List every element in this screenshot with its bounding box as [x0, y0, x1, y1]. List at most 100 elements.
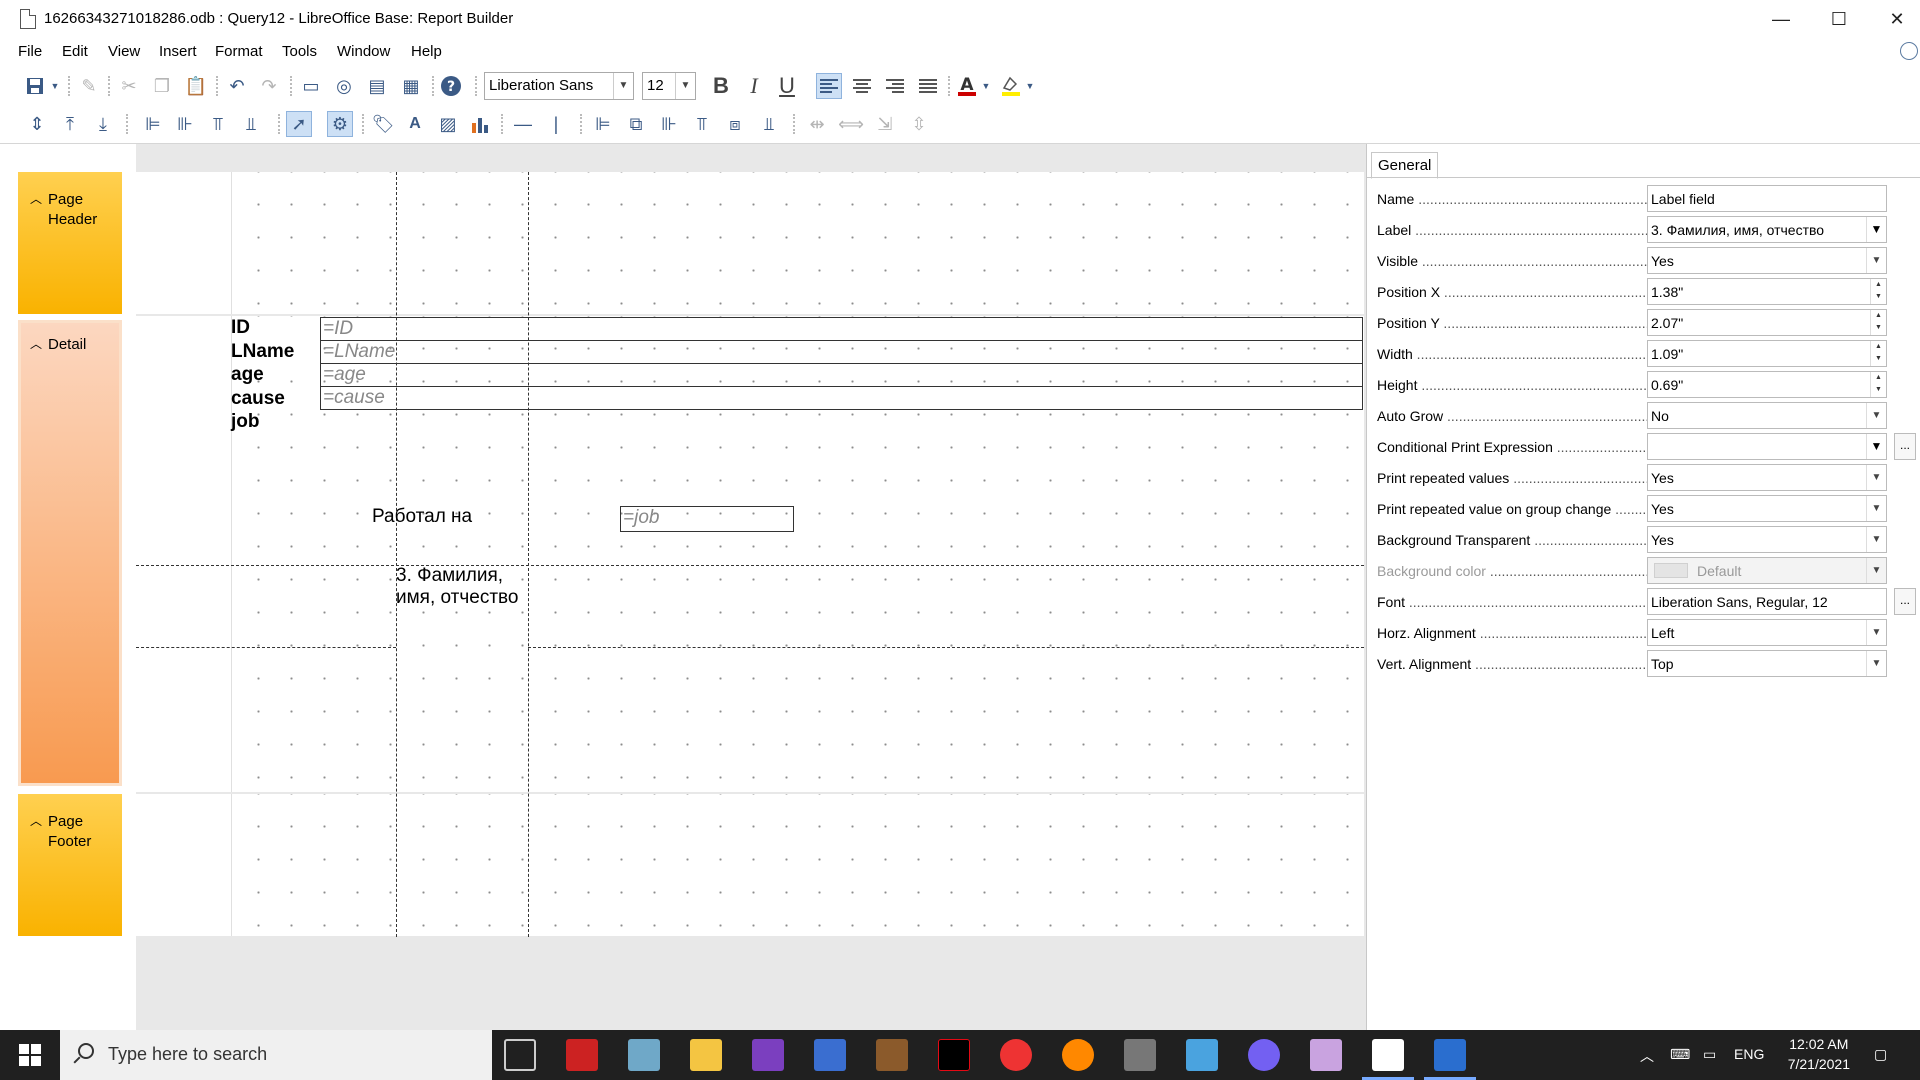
align-left-to-section-icon[interactable]: ⊫ [590, 111, 616, 137]
task-view-icon[interactable] [504, 1039, 536, 1071]
globe-icon[interactable] [1900, 42, 1918, 60]
field-lname[interactable]: =LName [320, 340, 1363, 364]
property-value-visible[interactable]: Yes ▼ [1647, 247, 1887, 274]
tray-chevron-up-icon[interactable]: ︿ [1640, 1046, 1654, 1066]
horizontal-line-icon[interactable]: — [510, 111, 536, 137]
libreoffice-base-icon[interactable] [1310, 1039, 1342, 1071]
spin-buttons-icon[interactable]: ▲ ▼ [1870, 341, 1886, 366]
vertical-line-icon[interactable]: | [543, 111, 569, 137]
property-value-background-transparent[interactable]: Yes ▼ [1647, 526, 1887, 553]
label-job[interactable]: job [231, 411, 260, 433]
help-icon[interactable]: ? [438, 73, 464, 99]
selected-label-field[interactable]: 3. Фамилия, имя, отчество [396, 565, 519, 609]
italic-button[interactable]: I [741, 73, 767, 99]
chevron-down-icon[interactable]: ▼ [1866, 496, 1886, 521]
collapse-chevron-icon[interactable]: ︿ [30, 812, 42, 829]
align-center-icon[interactable] [849, 73, 875, 99]
align-top-edges-icon[interactable]: ⫪ [205, 111, 231, 137]
battery-icon[interactable]: ▭ [1703, 1046, 1716, 1063]
chart-icon[interactable] [467, 111, 493, 137]
menu-format[interactable]: Format [215, 43, 263, 60]
collapse-chevron-icon[interactable]: ︿ [30, 335, 42, 352]
font-color-dropdown-icon[interactable]: ▼ [980, 73, 992, 99]
property-value-conditional-print-expression[interactable]: ▼ [1647, 433, 1887, 460]
align-right-icon[interactable] [882, 73, 908, 99]
label-lname[interactable]: LName [231, 341, 294, 363]
page-header-bar[interactable]: ︿ Page Header [18, 172, 122, 314]
greatest-width-icon[interactable]: ⟺ [838, 111, 864, 137]
align-right-edges-icon[interactable]: ⊪ [172, 111, 198, 137]
system-clock[interactable]: 12:02 AM 7/21/2021 [1788, 1034, 1850, 1074]
property-value-label[interactable]: 3. Фамилия, имя, отчество ▼ [1647, 216, 1887, 243]
property-value-vert-alignment[interactable]: Top ▼ [1647, 650, 1887, 677]
highlight-dropdown-icon[interactable]: ▼ [1024, 73, 1036, 99]
ellipsis-button[interactable]: ... [1894, 433, 1916, 460]
smallest-width-icon[interactable]: ⇹ [804, 111, 830, 137]
keyboard-icon[interactable]: ⌨ [1670, 1046, 1690, 1063]
save-icon[interactable] [22, 73, 48, 99]
page-properties-icon[interactable]: ▭ [298, 73, 324, 99]
shrink-bottom-icon[interactable]: ⤓ [90, 111, 116, 137]
menu-window[interactable]: Window [337, 43, 390, 60]
center-horizontal-icon[interactable]: ⧉ [623, 111, 649, 137]
report-design-canvas[interactable]: ID LName age cause job =ID =LName =age =… [136, 144, 1366, 1030]
minimize-button[interactable]: — [1758, 4, 1804, 34]
menu-insert[interactable]: Insert [159, 43, 197, 60]
save-dropdown-icon[interactable]: ▼ [48, 73, 62, 99]
cut-icon[interactable]: ✂ [116, 73, 142, 99]
align-left-icon[interactable] [816, 73, 842, 99]
align-right-to-section-icon[interactable]: ⊪ [656, 111, 682, 137]
center-vertical-icon[interactable]: ⧈ [722, 111, 748, 137]
menu-edit[interactable]: Edit [62, 43, 88, 60]
select-pointer-icon[interactable]: ➚ [286, 111, 312, 137]
notification-icon[interactable]: ▢ [1874, 1046, 1887, 1063]
field-age[interactable]: =age [320, 363, 1363, 387]
chevron-down-icon[interactable]: ▼ [1866, 620, 1886, 645]
chevron-down-icon[interactable]: ▼ [1866, 434, 1886, 459]
control-properties-icon[interactable]: ⚙ [327, 111, 353, 137]
label-worked-at[interactable]: Работал на [372, 506, 472, 528]
libreoffice-doc-icon[interactable] [1372, 1039, 1404, 1071]
file-explorer-icon[interactable] [690, 1039, 722, 1071]
align-top-to-section-icon[interactable]: ⫪ [689, 111, 715, 137]
copy-icon[interactable]: ❐ [149, 73, 175, 99]
photos-app-icon[interactable] [1186, 1039, 1218, 1071]
recorder-app-icon[interactable] [1062, 1039, 1094, 1071]
label-cause[interactable]: cause [231, 388, 285, 410]
libreoffice-writer-icon[interactable] [1434, 1039, 1466, 1071]
property-value-name[interactable]: Label field [1647, 185, 1887, 212]
spin-buttons-icon[interactable]: ▲ ▼ [1870, 279, 1886, 304]
language-indicator[interactable]: ENG [1734, 1046, 1764, 1062]
highlight-color-icon[interactable] [998, 73, 1024, 99]
field-job[interactable]: =job [620, 506, 794, 532]
close-button[interactable]: ✕ [1874, 4, 1920, 34]
viber-icon[interactable] [1248, 1039, 1280, 1071]
menu-help[interactable]: Help [411, 43, 442, 60]
label-tag-icon[interactable]: 🏷 [370, 111, 396, 137]
add-field-icon[interactable]: ▦ [398, 73, 424, 99]
chevron-down-icon[interactable]: ▼ [1866, 217, 1886, 242]
netflix-icon[interactable] [938, 1039, 970, 1071]
field-id[interactable]: =ID [320, 317, 1363, 341]
chevron-down-icon[interactable]: ▼ [613, 73, 633, 99]
spin-buttons-icon[interactable]: ▲ ▼ [1870, 372, 1886, 397]
chevron-down-icon[interactable]: ▼ [1866, 465, 1886, 490]
property-value-font[interactable]: Liberation Sans, Regular, 12 [1647, 588, 1887, 615]
chevron-down-icon[interactable]: ▼ [1866, 403, 1886, 428]
page-footer-band[interactable] [136, 794, 1364, 936]
windows-start-button[interactable] [0, 1030, 60, 1080]
pen-app-icon[interactable] [566, 1039, 598, 1071]
collapse-chevron-icon[interactable]: ︿ [30, 190, 42, 207]
chevron-down-icon[interactable]: ▼ [1866, 527, 1886, 552]
greatest-height-icon[interactable]: ⇳ [906, 111, 932, 137]
property-value-width[interactable]: 1.09" ▲ ▼ [1647, 340, 1887, 367]
shrink-top-icon[interactable]: ⤒ [57, 111, 83, 137]
label-age[interactable]: age [231, 364, 264, 386]
underline-button[interactable]: U [774, 73, 800, 99]
align-left-edges-icon[interactable]: ⊫ [140, 111, 166, 137]
maximize-button[interactable]: ☐ [1816, 4, 1862, 34]
justify-icon[interactable] [915, 73, 941, 99]
ellipsis-button[interactable]: ... [1894, 588, 1916, 615]
chevron-down-icon[interactable]: ▼ [675, 73, 695, 99]
paste-icon[interactable]: 📋 [183, 73, 209, 99]
